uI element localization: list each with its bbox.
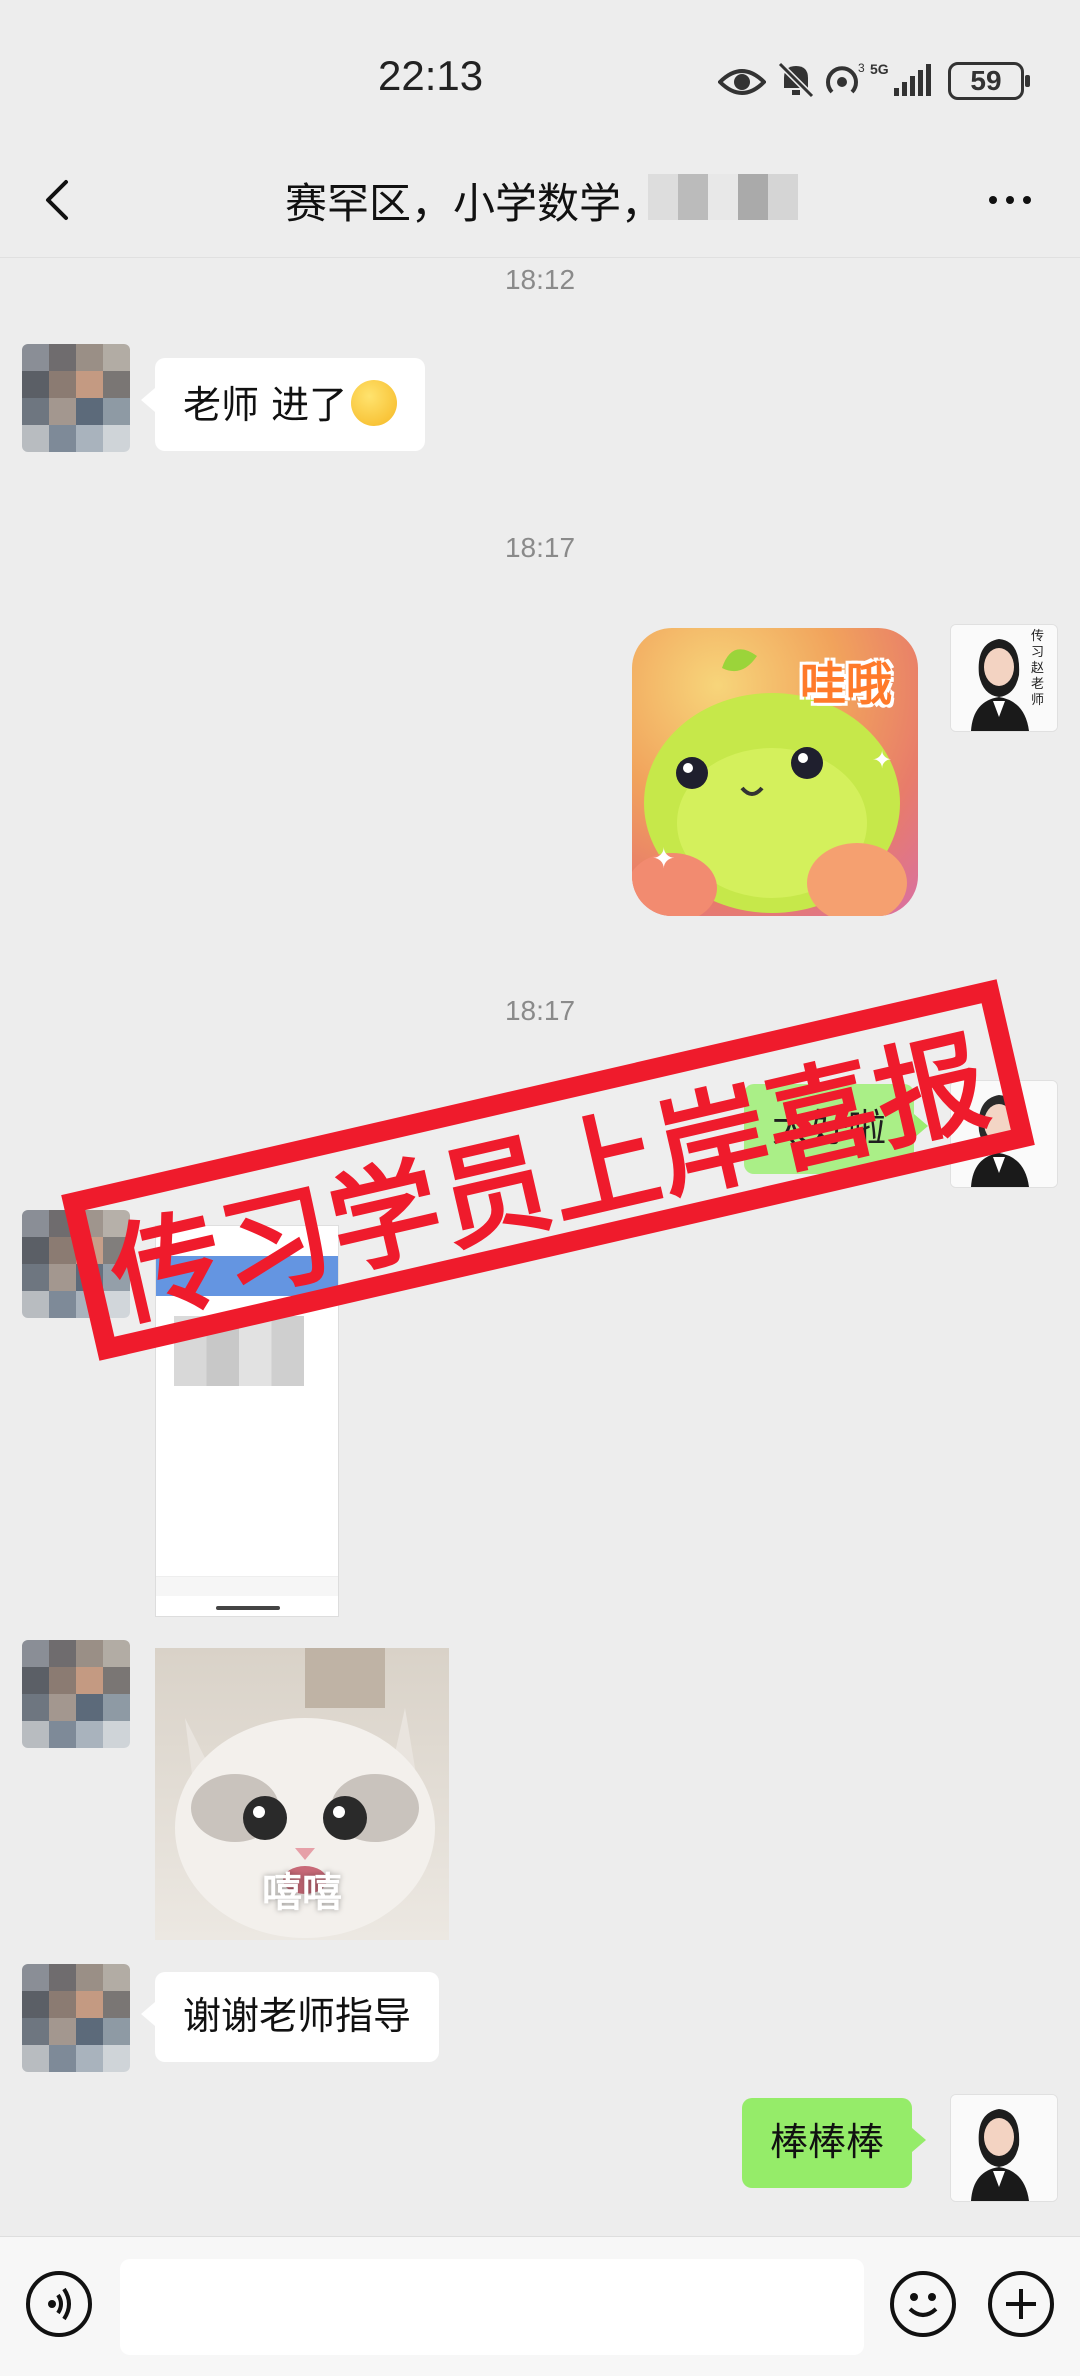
screenshot-nav-bar — [156, 1576, 338, 1596]
hotspot-icon: 3 — [826, 61, 865, 94]
message-input[interactable] — [120, 2259, 864, 2355]
avatar[interactable] — [22, 1640, 130, 1748]
title-blurred-part — [648, 174, 798, 220]
status-time: 22:13 — [378, 52, 484, 99]
chat-title: 赛罕区，小学数学， — [285, 179, 664, 228]
svg-text:✦: ✦ — [872, 746, 892, 774]
chat-header: 赛罕区，小学数学， — [0, 150, 1080, 258]
battery-icon: 59 — [948, 62, 1030, 100]
grin-emoji-icon — [351, 380, 398, 426]
message-text: 老师 进了 — [183, 383, 348, 427]
stamp-text: 传习学员上岸喜报 — [99, 1016, 1002, 1343]
message-text: 棒棒棒 — [770, 2120, 885, 2164]
teacher-avatar[interactable]: 传习赵老师 — [950, 624, 1058, 732]
svg-text:✦: ✦ — [652, 842, 675, 875]
promo-stamp: 传习学员上岸喜报 — [61, 979, 1035, 1361]
message-timestamp: 18:12 — [504, 264, 576, 295]
network-label: 5G — [870, 61, 889, 77]
input-bar — [0, 2236, 1080, 2376]
svg-text:3: 3 — [858, 61, 865, 75]
message-text: 谢谢老师指导 — [183, 1994, 412, 2038]
frog-sticker[interactable]: ✦ ✦ 哇哦 — [632, 628, 918, 916]
status-bar: 22:13 3 5G 59 — [0, 0, 1080, 150]
teacher-avatar[interactable] — [950, 2094, 1058, 2202]
message-bubble[interactable]: 谢谢老师指导 — [140, 1972, 440, 2062]
voice-button[interactable] — [26, 2271, 92, 2337]
more-icon — [989, 196, 1031, 204]
back-arrow-icon — [46, 180, 68, 220]
emoji-icon — [908, 2293, 938, 2317]
sticker-caption: 哇哦 — [800, 657, 892, 711]
more-button[interactable] — [985, 185, 1035, 215]
eye-icon — [718, 69, 766, 95]
plus-icon — [1006, 2289, 1036, 2319]
message-bubble[interactable]: 棒棒棒 — [742, 2098, 927, 2188]
status-icons: 3 5G 59 — [718, 52, 1030, 102]
screenshot-home-indicator — [216, 1606, 280, 1610]
plus-button[interactable] — [988, 2271, 1054, 2337]
sticker-caption: 嘻嘻 — [262, 1870, 342, 1916]
avatar[interactable] — [22, 344, 130, 452]
message-bubble[interactable]: 老师 进了 — [140, 358, 426, 451]
avatar[interactable] — [22, 1964, 130, 2072]
teacher-avatar-label: 传习赵老师 — [1031, 629, 1045, 708]
teacher-photo — [951, 2095, 1057, 2201]
message-timestamp: 18:17 — [504, 532, 576, 563]
back-button[interactable] — [30, 170, 90, 230]
mute-bell-icon — [777, 61, 815, 99]
emoji-button[interactable] — [890, 2271, 956, 2337]
cat-sticker[interactable]: 嘻嘻 — [155, 1648, 449, 1940]
voice-icon — [48, 2287, 71, 2321]
signal-icon: 5G — [870, 61, 931, 96]
